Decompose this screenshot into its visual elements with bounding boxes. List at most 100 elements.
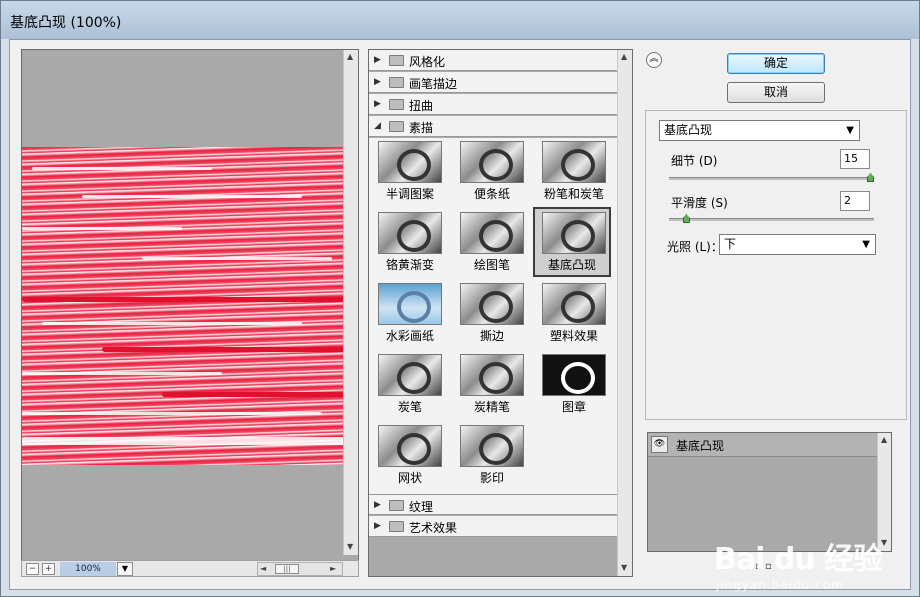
filter-name: 基底凸现 xyxy=(547,258,596,272)
preview-pane[interactable]: ▲ ▼ xyxy=(21,49,359,569)
filter-preview-thumbnail xyxy=(542,283,606,325)
expand-triangle-icon[interactable]: ▶ xyxy=(374,55,381,65)
filter-list-scrollbar[interactable]: ▲ ▼ xyxy=(617,50,632,576)
scroll-up-icon[interactable]: ▲ xyxy=(347,52,353,61)
filter-type-select[interactable]: 基底凸现 ▼ xyxy=(659,120,860,141)
preview-vertical-scrollbar[interactable]: ▲ ▼ xyxy=(343,50,358,555)
collapse-triangle-icon[interactable]: ◢ xyxy=(374,121,381,131)
open-folder-icon xyxy=(389,121,404,132)
filter-thumb-note-paper[interactable]: 便条纸 xyxy=(453,138,531,208)
preview-horizontal-scrollbar[interactable]: ◄ ||| ► xyxy=(257,562,343,576)
category-distort[interactable]: ▶ 扭曲 xyxy=(369,94,617,115)
horizontal-scroll-thumb[interactable]: ||| xyxy=(275,564,299,574)
zoom-out-button[interactable]: − xyxy=(26,563,39,575)
scroll-down-icon[interactable]: ▼ xyxy=(347,542,353,551)
filter-name: 撕边 xyxy=(479,329,504,343)
category-label: 纹理 xyxy=(409,500,434,514)
filter-preview-thumbnail xyxy=(460,354,524,396)
filter-preview-thumbnail xyxy=(460,425,524,467)
smoothness-input[interactable]: 2 xyxy=(840,191,870,211)
detail-input[interactable]: 15 xyxy=(840,149,870,169)
zoom-level-field[interactable]: 100% xyxy=(60,562,116,576)
filter-thumb-charcoal[interactable]: 炭笔 xyxy=(371,351,449,421)
expand-triangle-icon[interactable]: ▶ xyxy=(374,99,381,109)
category-label: 画笔描边 xyxy=(409,77,458,91)
category-stylize[interactable]: ▶ 风格化 xyxy=(369,50,617,71)
filter-preview-thumbnail xyxy=(378,425,442,467)
zoom-dropdown-button[interactable]: ▼ xyxy=(117,562,133,576)
filter-thumb-torn-edges[interactable]: 撕边 xyxy=(453,280,531,350)
light-direction-value: 下 xyxy=(724,237,737,251)
baidu-watermark: Bai du 经验 jingyan.baidu.com xyxy=(714,534,904,597)
filter-settings-panel: 基底凸现 ▼ 细节 (D) 15 平滑度 (S) 2 光照 (L)： 下 ▼ xyxy=(645,110,907,420)
zoom-in-button[interactable]: + xyxy=(42,563,55,575)
scroll-left-icon[interactable]: ◄ xyxy=(260,564,266,573)
filter-thumb-bas-relief[interactable]: 基底凸现 xyxy=(533,207,611,277)
category-brush-strokes[interactable]: ▶ 画笔描边 xyxy=(369,72,617,93)
filter-name: 炭精笔 xyxy=(473,400,510,414)
cancel-button[interactable]: 取消 xyxy=(727,82,825,103)
filter-gallery-window: 基底凸现 (100%) ▲ ▼ − + 100% ▼ ◄ ||| ► ▶ 风格化… xyxy=(0,0,920,597)
filter-thumb-halftone-pattern[interactable]: 半调图案 xyxy=(371,138,449,208)
filter-preview-thumbnail xyxy=(460,141,524,183)
filter-name: 塑料效果 xyxy=(549,329,598,343)
detail-slider-track[interactable] xyxy=(669,177,874,180)
dialog-body: ▲ ▼ − + 100% ▼ ◄ ||| ► ▶ 风格化 ▶ 画笔描边 ▶ 扭曲… xyxy=(9,39,911,592)
window-title: 基底凸现 (100%) xyxy=(10,15,122,31)
filter-name: 炭笔 xyxy=(397,400,422,414)
expand-triangle-icon[interactable]: ▶ xyxy=(374,500,381,510)
filter-preview-thumbnail xyxy=(542,212,606,254)
ok-button[interactable]: 确定 xyxy=(727,53,825,74)
preview-toolbar: − + 100% ▼ ◄ ||| ► xyxy=(21,560,359,577)
filter-name: 影印 xyxy=(479,471,504,485)
filter-thumb-graphic-pen[interactable]: 绘图笔 xyxy=(453,209,531,279)
folder-icon xyxy=(389,55,404,66)
filter-thumb-chrome[interactable]: 铬黄渐变 xyxy=(371,209,449,279)
filter-name: 半调图案 xyxy=(385,187,434,201)
filter-name: 网状 xyxy=(397,471,422,485)
dropdown-arrow-icon: ▼ xyxy=(846,125,854,136)
filter-thumb-photocopy[interactable]: 影印 xyxy=(453,422,531,492)
eye-icon[interactable]: 👁 xyxy=(651,436,668,453)
scroll-up-icon[interactable]: ▲ xyxy=(881,435,887,444)
filter-thumb-water-paper[interactable]: 水彩画纸 xyxy=(371,280,449,350)
sketch-filter-thumbnails: 半调图案 便条纸 粉笔和炭笔 铬黄渐变 绘图笔 基底凸现 水彩画纸 撕边 塑料效… xyxy=(369,138,617,494)
watermark-url: jingyan.baidu.com xyxy=(716,578,844,592)
category-texture[interactable]: ▶ 纹理 xyxy=(369,494,617,515)
filter-thumb-conte-crayon[interactable]: 炭精笔 xyxy=(453,351,531,421)
folder-icon xyxy=(389,99,404,110)
effect-layer-row[interactable]: 👁 基底凸现 xyxy=(648,433,878,457)
filter-preview-thumbnail xyxy=(378,354,442,396)
scroll-down-icon[interactable]: ▼ xyxy=(621,563,627,572)
filter-preview-thumbnail xyxy=(378,212,442,254)
scroll-right-icon[interactable]: ► xyxy=(330,564,336,573)
filter-preview-thumbnail xyxy=(460,283,524,325)
smoothness-label: 平滑度 (S) xyxy=(671,196,728,210)
folder-icon xyxy=(389,500,404,511)
filter-thumb-plaster[interactable]: 塑料效果 xyxy=(535,280,613,350)
category-artistic[interactable]: ▶ 艺术效果 xyxy=(369,516,617,537)
light-direction-select[interactable]: 下 ▼ xyxy=(719,234,876,255)
watermark-logo: Bai du 经验 xyxy=(714,542,883,577)
expand-triangle-icon[interactable]: ▶ xyxy=(374,521,381,531)
expand-triangle-icon[interactable]: ▶ xyxy=(374,77,381,87)
collapse-gallery-button[interactable]: ︽ xyxy=(646,52,662,68)
smoothness-slider-track[interactable] xyxy=(669,218,874,221)
filter-preview-thumbnail xyxy=(378,283,442,325)
filter-preview-thumbnail xyxy=(542,141,606,183)
scroll-up-icon[interactable]: ▲ xyxy=(621,52,627,61)
light-label: 光照 (L)： xyxy=(667,240,723,254)
title-bar[interactable]: 基底凸现 (100%) xyxy=(1,1,919,39)
category-sketch[interactable]: ◢ 素描 xyxy=(369,116,617,137)
category-label: 艺术效果 xyxy=(409,521,458,535)
detail-slider-handle[interactable] xyxy=(867,173,874,182)
preview-image[interactable] xyxy=(22,147,344,465)
effect-layer-name: 基底凸现 xyxy=(676,439,725,453)
filter-thumb-reticulation[interactable]: 网状 xyxy=(371,422,449,492)
smoothness-slider-handle[interactable] xyxy=(682,214,690,223)
filter-name: 水彩画纸 xyxy=(385,329,434,343)
filter-thumb-chalk-charcoal[interactable]: 粉笔和炭笔 xyxy=(535,138,613,208)
filter-type-value: 基底凸现 xyxy=(664,123,713,137)
folder-icon xyxy=(389,77,404,88)
filter-thumb-stamp[interactable]: 图章 xyxy=(535,351,613,421)
